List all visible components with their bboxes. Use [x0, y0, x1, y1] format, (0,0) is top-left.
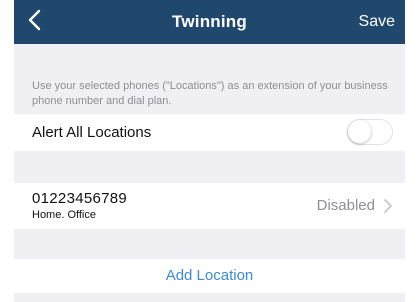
location-row[interactable]: 01223456789 Home. Office Disabled: [14, 183, 405, 229]
alert-all-locations-row: Alert All Locations: [14, 114, 405, 151]
save-button[interactable]: Save: [359, 13, 395, 31]
location-labels: Home. Office: [32, 209, 96, 221]
alert-all-locations-label: Alert All Locations: [32, 124, 152, 141]
chevron-right-icon: [383, 198, 393, 219]
add-location-label: Add Location: [165, 267, 254, 284]
location-phone-number: 01223456789: [32, 190, 128, 207]
toggle-knob: [348, 120, 371, 143]
location-status: Disabled: [316, 197, 375, 214]
page-title: Twinning: [172, 12, 247, 31]
alert-all-locations-toggle[interactable]: [347, 119, 393, 145]
navigation-bar: Twinning Save: [14, 0, 405, 44]
twinning-screen: Twinning Save Use your selected phones (…: [14, 0, 405, 302]
twinning-description: Use your selected phones ("Locations") a…: [32, 80, 388, 107]
add-location-button[interactable]: Add Location: [14, 259, 405, 293]
